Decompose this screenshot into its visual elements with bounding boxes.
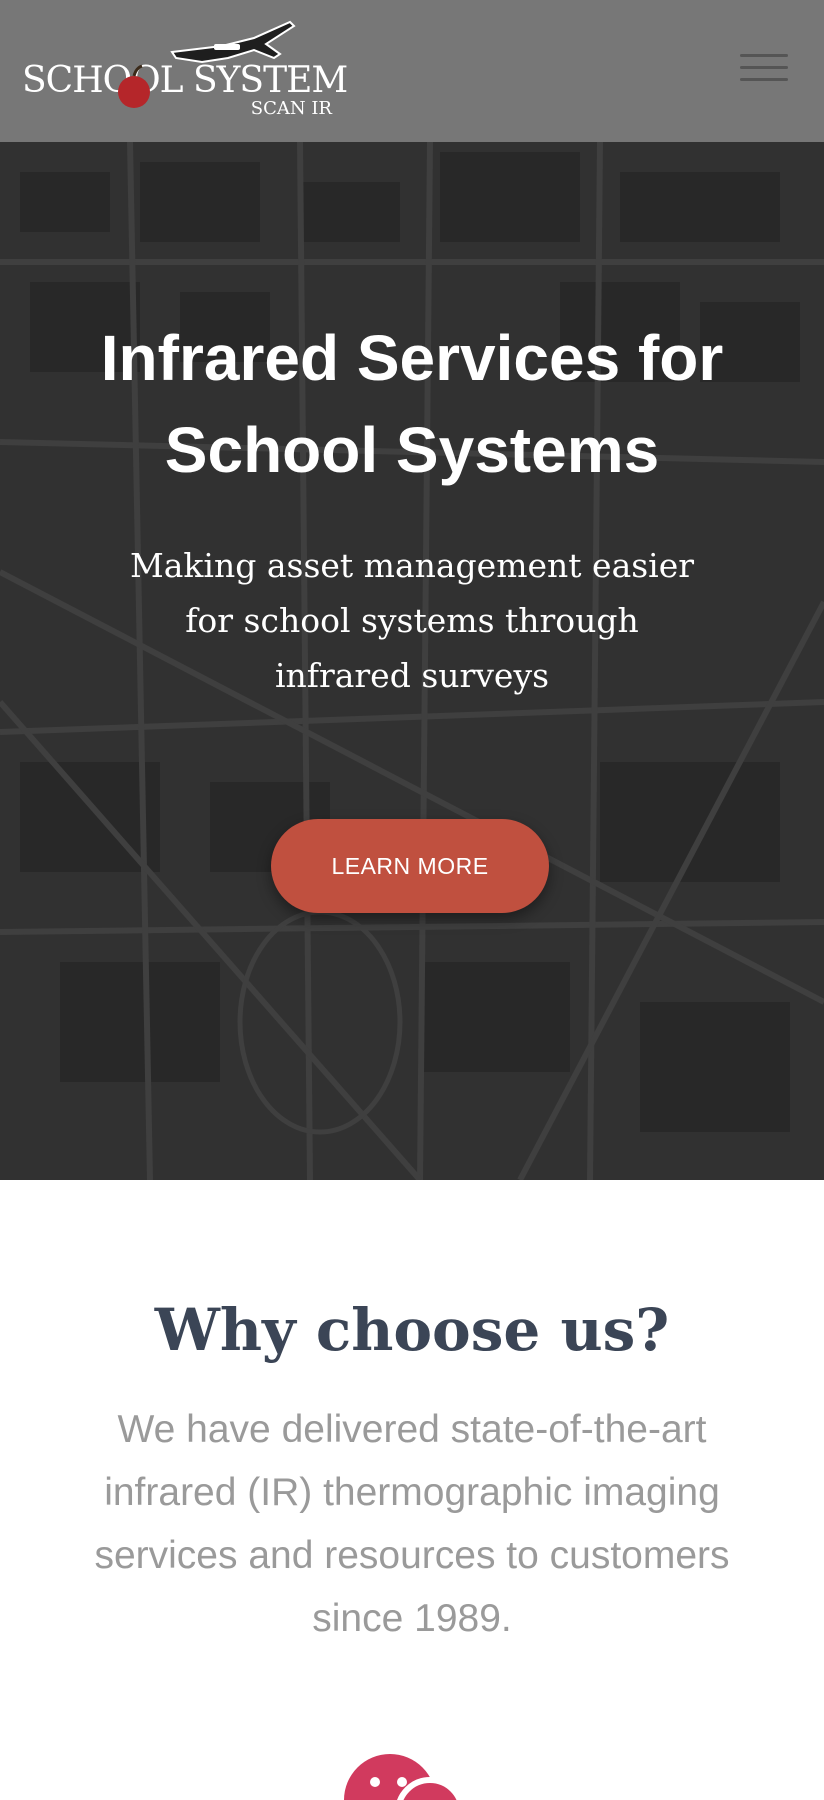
menu-button[interactable] [740,54,788,86]
section-title: Why choose us? [154,1296,670,1364]
menu-bar [740,66,788,69]
menu-bar [740,78,788,81]
site-logo[interactable]: SCHOOL SYSTEM SCAN IR [22,18,348,119]
logo-wordmark: SCHOOL SYSTEM [22,60,348,101]
site-header: SCHOOL SYSTEM SCAN IR [0,0,824,142]
hero-subtitle: Making asset management easier for schoo… [129,546,695,695]
learn-more-button[interactable]: LEARN MORE [271,819,549,913]
chat-icon [344,1754,463,1800]
hero-section: Infrared Services for School Systems Mak… [0,142,824,1180]
section-description: We have delivered state-of-the-art infra… [94,1408,730,1640]
menu-bar [740,54,788,57]
hero-title: Infrared Services for School Systems [100,322,724,486]
logo-subtext: SCAN IR [250,98,332,119]
why-choose-us-section: Why choose us? We have delivered state-o… [0,1180,824,1800]
apple-icon [118,64,150,108]
